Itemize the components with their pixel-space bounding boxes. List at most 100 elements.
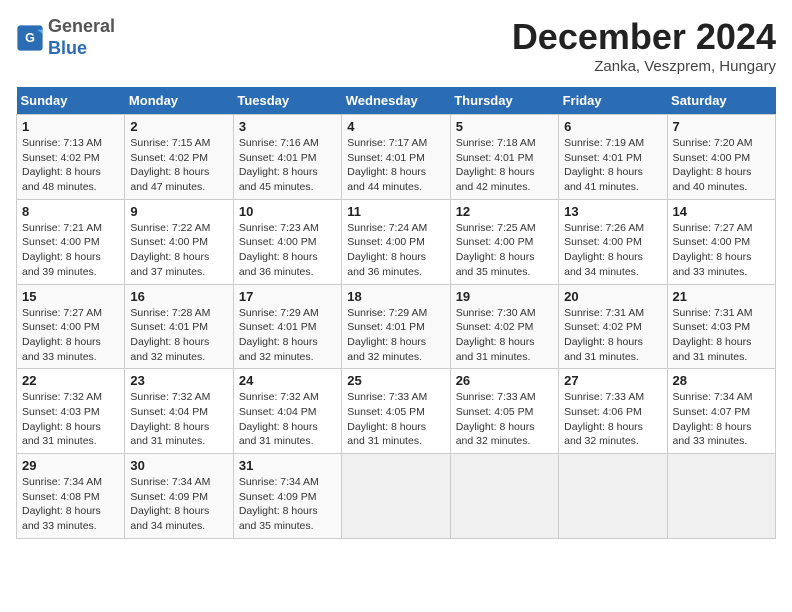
day-number: 30 — [130, 458, 227, 473]
calendar-cell-11: 11 Sunrise: 7:24 AM Sunset: 4:00 PM Dayli… — [342, 199, 450, 284]
weekday-header-saturday: Saturday — [667, 87, 775, 115]
day-info: Sunrise: 7:32 AM Sunset: 4:04 PM Dayligh… — [130, 390, 227, 449]
weekday-header-thursday: Thursday — [450, 87, 558, 115]
weekday-header-row: SundayMondayTuesdayWednesdayThursdayFrid… — [17, 87, 776, 115]
calendar-cell-20: 20Sunrise: 7:31 AM Sunset: 4:02 PM Dayli… — [559, 284, 667, 369]
calendar-cell-17: 17 Sunrise: 7:29 AM Sunset: 4:01 PM Dayli… — [233, 284, 341, 369]
day-number: 22 — [22, 373, 119, 388]
day-number: 12 — [456, 204, 553, 219]
calendar-cell-9: 9 Sunrise: 7:22 AM Sunset: 4:00 PM Daylig… — [125, 199, 233, 284]
logo: G General Blue — [16, 16, 115, 59]
calendar-week-row: 22Sunrise: 7:32 AM Sunset: 4:03 PM Dayli… — [17, 369, 776, 454]
day-info: Sunrise: 7:26 AM Sunset: 4:00 PM Dayligh… — [564, 221, 661, 280]
day-number: 5 — [456, 119, 553, 134]
day-number: 18 — [347, 289, 444, 304]
calendar-cell-29: 29 Sunrise: 7:34 AM Sunset: 4:08 PM Dayli… — [17, 454, 125, 539]
calendar-cell-31: 31 Sunrise: 7:34 AM Sunset: 4:09 PM Dayli… — [233, 454, 341, 539]
day-info: Sunrise: 7:23 AM Sunset: 4:00 PM Dayligh… — [239, 221, 336, 280]
calendar-cell-23: 23 Sunrise: 7:32 AM Sunset: 4:04 PM Dayli… — [125, 369, 233, 454]
empty-cell — [667, 454, 775, 539]
calendar-cell-30: 30 Sunrise: 7:34 AM Sunset: 4:09 PM Dayli… — [125, 454, 233, 539]
calendar-cell-13: 13 Sunrise: 7:26 AM Sunset: 4:00 PM Dayli… — [559, 199, 667, 284]
day-number: 28 — [673, 373, 770, 388]
month-title: December 2024 — [512, 16, 776, 58]
day-number: 6 — [564, 119, 661, 134]
day-info: Sunrise: 7:28 AM Sunset: 4:01 PM Dayligh… — [130, 306, 227, 365]
calendar-cell-3: 3Sunrise: 7:16 AM Sunset: 4:01 PM Daylig… — [233, 115, 341, 200]
day-number: 1 — [22, 119, 119, 134]
calendar-cell-26: 26Sunrise: 7:33 AM Sunset: 4:05 PM Dayli… — [450, 369, 558, 454]
logo-icon: G — [16, 24, 44, 52]
title-block: December 2024 Zanka, Veszprem, Hungary — [512, 16, 776, 75]
day-info: Sunrise: 7:29 AM Sunset: 4:01 PM Dayligh… — [347, 306, 444, 365]
day-number: 26 — [456, 373, 553, 388]
day-number: 11 — [347, 204, 444, 219]
calendar-cell-2: 2 Sunrise: 7:15 AM Sunset: 4:02 PM Daylig… — [125, 115, 233, 200]
calendar-week-row: 1Sunrise: 7:13 AM Sunset: 4:02 PM Daylig… — [17, 115, 776, 200]
day-number: 29 — [22, 458, 119, 473]
day-info: Sunrise: 7:18 AM Sunset: 4:01 PM Dayligh… — [456, 136, 553, 195]
weekday-header-sunday: Sunday — [17, 87, 125, 115]
calendar-table: SundayMondayTuesdayWednesdayThursdayFrid… — [16, 87, 776, 539]
day-info: Sunrise: 7:20 AM Sunset: 4:00 PM Dayligh… — [673, 136, 770, 195]
calendar-cell-4: 4Sunrise: 7:17 AM Sunset: 4:01 PM Daylig… — [342, 115, 450, 200]
calendar-cell-28: 28 Sunrise: 7:34 AM Sunset: 4:07 PM Dayli… — [667, 369, 775, 454]
day-number: 19 — [456, 289, 553, 304]
day-info: Sunrise: 7:19 AM Sunset: 4:01 PM Dayligh… — [564, 136, 661, 195]
day-number: 23 — [130, 373, 227, 388]
calendar-cell-25: 25 Sunrise: 7:33 AM Sunset: 4:05 PM Dayli… — [342, 369, 450, 454]
calendar-cell-18: 18 Sunrise: 7:29 AM Sunset: 4:01 PM Dayli… — [342, 284, 450, 369]
day-number: 16 — [130, 289, 227, 304]
day-info: Sunrise: 7:34 AM Sunset: 4:09 PM Dayligh… — [130, 475, 227, 534]
day-number: 3 — [239, 119, 336, 134]
day-number: 21 — [673, 289, 770, 304]
day-number: 14 — [673, 204, 770, 219]
day-info: Sunrise: 7:31 AM Sunset: 4:02 PM Dayligh… — [564, 306, 661, 365]
weekday-header-monday: Monday — [125, 87, 233, 115]
empty-cell — [559, 454, 667, 539]
logo-general: General — [48, 16, 115, 36]
calendar-week-row: 29 Sunrise: 7:34 AM Sunset: 4:08 PM Dayli… — [17, 454, 776, 539]
calendar-cell-6: 6 Sunrise: 7:19 AM Sunset: 4:01 PM Daylig… — [559, 115, 667, 200]
day-number: 17 — [239, 289, 336, 304]
day-info: Sunrise: 7:33 AM Sunset: 4:06 PM Dayligh… — [564, 390, 661, 449]
logo-text: General Blue — [48, 16, 115, 59]
day-info: Sunrise: 7:34 AM Sunset: 4:09 PM Dayligh… — [239, 475, 336, 534]
day-number: 27 — [564, 373, 661, 388]
day-info: Sunrise: 7:27 AM Sunset: 4:00 PM Dayligh… — [673, 221, 770, 280]
calendar-cell-5: 5 Sunrise: 7:18 AM Sunset: 4:01 PM Daylig… — [450, 115, 558, 200]
day-info: Sunrise: 7:34 AM Sunset: 4:07 PM Dayligh… — [673, 390, 770, 449]
calendar-cell-12: 12Sunrise: 7:25 AM Sunset: 4:00 PM Dayli… — [450, 199, 558, 284]
day-info: Sunrise: 7:33 AM Sunset: 4:05 PM Dayligh… — [347, 390, 444, 449]
calendar-cell-1: 1Sunrise: 7:13 AM Sunset: 4:02 PM Daylig… — [17, 115, 125, 200]
page-header: G General Blue December 2024 Zanka, Vesz… — [16, 16, 776, 75]
day-number: 4 — [347, 119, 444, 134]
day-number: 8 — [22, 204, 119, 219]
day-info: Sunrise: 7:15 AM Sunset: 4:02 PM Dayligh… — [130, 136, 227, 195]
day-info: Sunrise: 7:34 AM Sunset: 4:08 PM Dayligh… — [22, 475, 119, 534]
day-number: 9 — [130, 204, 227, 219]
day-number: 31 — [239, 458, 336, 473]
day-info: Sunrise: 7:21 AM Sunset: 4:00 PM Dayligh… — [22, 221, 119, 280]
day-number: 2 — [130, 119, 227, 134]
day-info: Sunrise: 7:27 AM Sunset: 4:00 PM Dayligh… — [22, 306, 119, 365]
calendar-week-row: 15Sunrise: 7:27 AM Sunset: 4:00 PM Dayli… — [17, 284, 776, 369]
logo-blue: Blue — [48, 38, 87, 58]
day-number: 25 — [347, 373, 444, 388]
calendar-cell-15: 15Sunrise: 7:27 AM Sunset: 4:00 PM Dayli… — [17, 284, 125, 369]
day-number: 13 — [564, 204, 661, 219]
day-info: Sunrise: 7:32 AM Sunset: 4:04 PM Dayligh… — [239, 390, 336, 449]
calendar-cell-8: 8 Sunrise: 7:21 AM Sunset: 4:00 PM Daylig… — [17, 199, 125, 284]
calendar-cell-27: 27 Sunrise: 7:33 AM Sunset: 4:06 PM Dayli… — [559, 369, 667, 454]
calendar-cell-16: 16 Sunrise: 7:28 AM Sunset: 4:01 PM Dayli… — [125, 284, 233, 369]
calendar-cell-22: 22Sunrise: 7:32 AM Sunset: 4:03 PM Dayli… — [17, 369, 125, 454]
weekday-header-tuesday: Tuesday — [233, 87, 341, 115]
svg-text:G: G — [25, 31, 35, 45]
calendar-week-row: 8 Sunrise: 7:21 AM Sunset: 4:00 PM Daylig… — [17, 199, 776, 284]
calendar-cell-19: 19Sunrise: 7:30 AM Sunset: 4:02 PM Dayli… — [450, 284, 558, 369]
day-info: Sunrise: 7:22 AM Sunset: 4:00 PM Dayligh… — [130, 221, 227, 280]
day-info: Sunrise: 7:29 AM Sunset: 4:01 PM Dayligh… — [239, 306, 336, 365]
calendar-cell-21: 21Sunrise: 7:31 AM Sunset: 4:03 PM Dayli… — [667, 284, 775, 369]
calendar-cell-10: 10Sunrise: 7:23 AM Sunset: 4:00 PM Dayli… — [233, 199, 341, 284]
day-info: Sunrise: 7:24 AM Sunset: 4:00 PM Dayligh… — [347, 221, 444, 280]
